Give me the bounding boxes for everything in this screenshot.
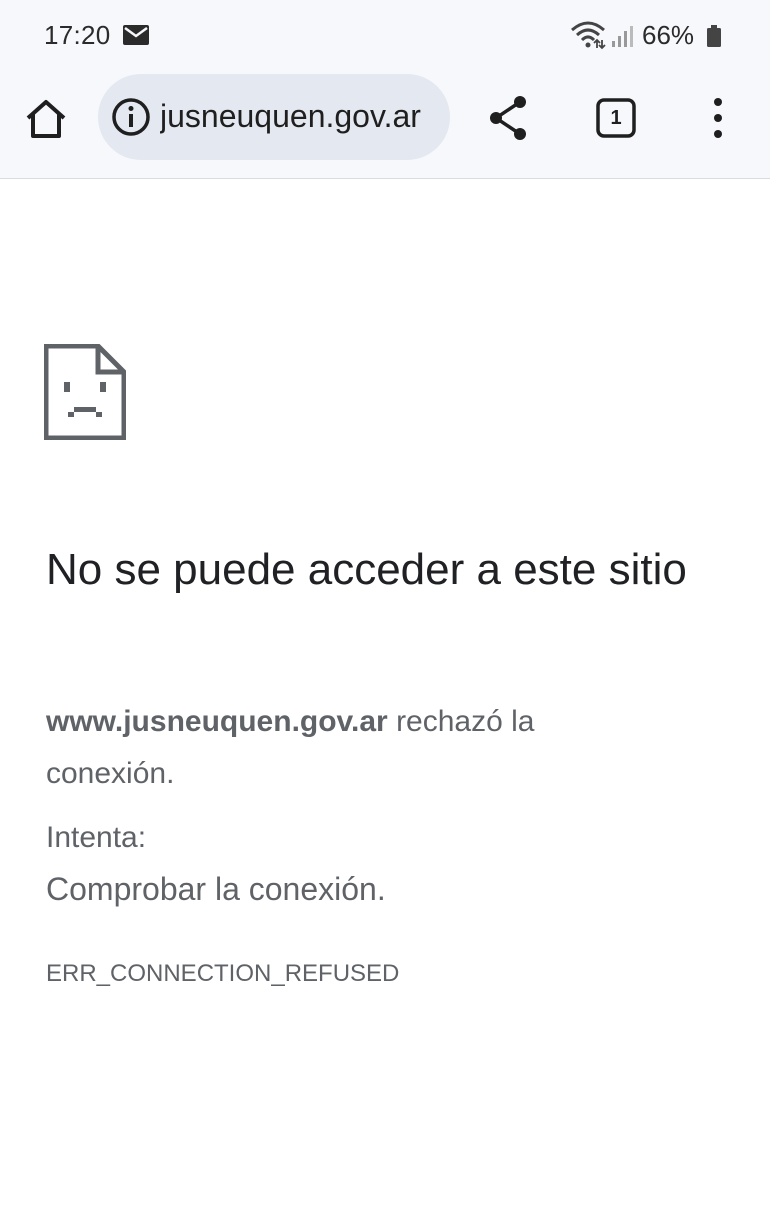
error-description: www.jusneuquen.gov.ar rechazó la conexió… (46, 696, 606, 800)
more-vert-icon[interactable] (696, 94, 740, 142)
suggestion-check-connection: Comprobar la conexión. (46, 871, 386, 907)
signal-icon (612, 26, 633, 47)
battery-percentage: 66% (642, 20, 695, 50)
home-icon[interactable] (22, 96, 70, 144)
status-bar: 17:20 66% (0, 0, 770, 72)
tab-count: 1 (610, 106, 622, 129)
battery-icon (707, 25, 721, 47)
url-text[interactable]: jusneuquen.gov.ar (160, 98, 440, 135)
browser-screen: 17:20 66% jusneuquen.gov.ar 1 No se pued… (0, 0, 770, 1215)
tab-switcher-button[interactable]: 1 (592, 94, 640, 142)
suggestions-label: Intenta: (46, 821, 147, 854)
sad-page-icon (44, 344, 126, 440)
error-host: www.jusneuquen.gov.ar (46, 705, 388, 738)
error-title: No se puede acceder a este sitio (46, 545, 687, 594)
status-time: 17:20 (44, 20, 111, 50)
share-icon[interactable] (484, 92, 532, 144)
wifi-icon (571, 21, 606, 50)
info-icon[interactable] (110, 96, 152, 138)
mail-icon (123, 25, 149, 45)
error-code: ERR_CONNECTION_REFUSED (46, 960, 400, 987)
address-bar[interactable]: jusneuquen.gov.ar (98, 74, 450, 160)
browser-toolbar: jusneuquen.gov.ar 1 (0, 72, 770, 179)
